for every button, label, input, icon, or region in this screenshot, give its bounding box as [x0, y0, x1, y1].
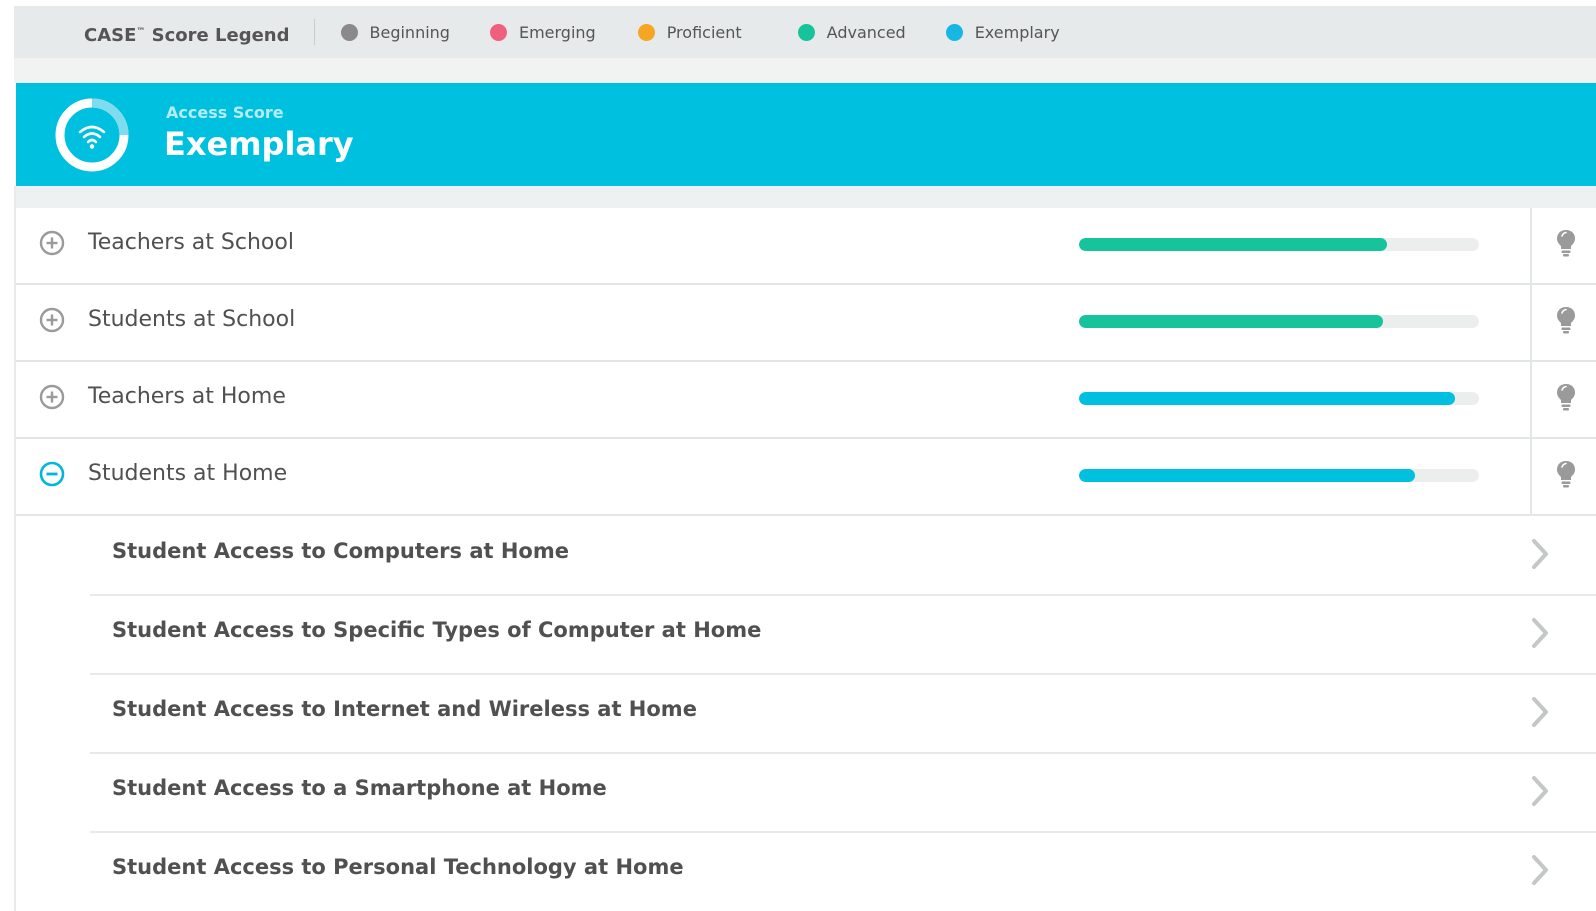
page: CASE™ Score Legend Beginning Emerging Pr…	[0, 0, 1596, 911]
chevron-right-icon[interactable]	[1530, 695, 1550, 729]
progress-track	[1079, 315, 1479, 328]
spacer	[16, 186, 1596, 208]
progress-track	[1079, 392, 1479, 405]
chevron-right-icon[interactable]	[1530, 774, 1550, 808]
subcategory-row[interactable]: Student Access to Internet and Wireless …	[90, 675, 1596, 754]
subcategory-row[interactable]: Student Access to Specific Types of Comp…	[90, 596, 1596, 675]
legend-item-exemplary: Exemplary	[945, 22, 1060, 42]
lightbulb-icon[interactable]	[1554, 459, 1578, 489]
legend-item-proficient: Proficient	[637, 22, 742, 42]
expand-plus-icon[interactable]	[38, 229, 66, 257]
collapse-minus-icon[interactable]	[38, 460, 66, 488]
subcategory-label: Student Access to Internet and Wireless …	[112, 697, 697, 721]
category-label: Teachers at Home	[88, 384, 286, 409]
divider	[1530, 362, 1532, 437]
legend-label: Beginning	[369, 22, 450, 42]
subcategory-label: Student Access to Specific Types of Comp…	[112, 618, 762, 642]
progress-fill	[1079, 238, 1387, 251]
legend-label: Advanced	[826, 22, 906, 42]
progress-track	[1079, 238, 1479, 251]
category-row-students-at-school[interactable]: Students at School	[16, 285, 1596, 362]
expand-plus-icon[interactable]	[38, 383, 66, 411]
chevron-right-icon[interactable]	[1530, 853, 1550, 887]
legend-dot-icon	[945, 23, 963, 41]
category-label: Teachers at School	[88, 230, 294, 255]
legend-title: CASE™ Score Legend	[84, 19, 315, 46]
category-label: Students at Home	[88, 461, 288, 486]
score-legend: CASE™ Score Legend Beginning Emerging Pr…	[14, 6, 1596, 58]
category-row-teachers-at-school[interactable]: Teachers at School	[16, 208, 1596, 285]
legend-item-emerging: Emerging	[489, 22, 596, 42]
legend-label: Exemplary	[974, 22, 1060, 42]
subcategory-row[interactable]: Student Access to Computers at Home	[90, 517, 1596, 596]
legend-item-beginning: Beginning	[340, 22, 450, 42]
chevron-right-icon[interactable]	[1530, 537, 1550, 571]
subcategory-label: Student Access to a Smartphone at Home	[112, 776, 607, 800]
category-row-students-at-home[interactable]: Students at Home	[16, 439, 1596, 516]
legend-label: Proficient	[666, 22, 742, 42]
banner-subtitle: Access Score	[166, 103, 284, 122]
subcategory-list: Student Access to Computers at Home Stud…	[16, 517, 1596, 911]
access-score-banner: Access Score Exemplary	[16, 83, 1596, 186]
progress-track	[1079, 469, 1479, 482]
divider	[1530, 285, 1532, 360]
legend-dot-icon	[637, 23, 655, 41]
legend-dot-icon	[489, 23, 507, 41]
subcategory-row[interactable]: Student Access to a Smartphone at Home	[90, 754, 1596, 833]
wifi-icon	[55, 98, 129, 172]
subcategory-label: Student Access to Personal Technology at…	[112, 855, 684, 879]
legend-item-advanced: Advanced	[797, 22, 906, 42]
lightbulb-icon[interactable]	[1554, 382, 1578, 412]
chevron-right-icon[interactable]	[1530, 616, 1550, 650]
banner-title: Exemplary	[164, 125, 354, 163]
progress-fill	[1079, 315, 1383, 328]
lightbulb-icon[interactable]	[1554, 305, 1578, 335]
subcategory-label: Student Access to Computers at Home	[112, 539, 569, 563]
legend-dot-icon	[340, 23, 358, 41]
divider	[1530, 439, 1532, 514]
progress-fill	[1079, 469, 1415, 482]
category-label: Students at School	[88, 307, 296, 332]
divider	[1530, 208, 1532, 283]
legend-title-suffix: Score Legend	[145, 25, 290, 46]
category-list: Teachers at School Students at School Te…	[16, 208, 1596, 516]
category-row-teachers-at-home[interactable]: Teachers at Home	[16, 362, 1596, 439]
spacer	[14, 58, 1596, 83]
legend-dot-icon	[797, 23, 815, 41]
legend-title-text: CASE	[84, 25, 137, 46]
expand-plus-icon[interactable]	[38, 306, 66, 334]
progress-fill	[1079, 392, 1455, 405]
legend-label: Emerging	[518, 22, 596, 42]
lightbulb-icon[interactable]	[1554, 228, 1578, 258]
subcategory-row[interactable]: Student Access to Personal Technology at…	[90, 833, 1596, 910]
